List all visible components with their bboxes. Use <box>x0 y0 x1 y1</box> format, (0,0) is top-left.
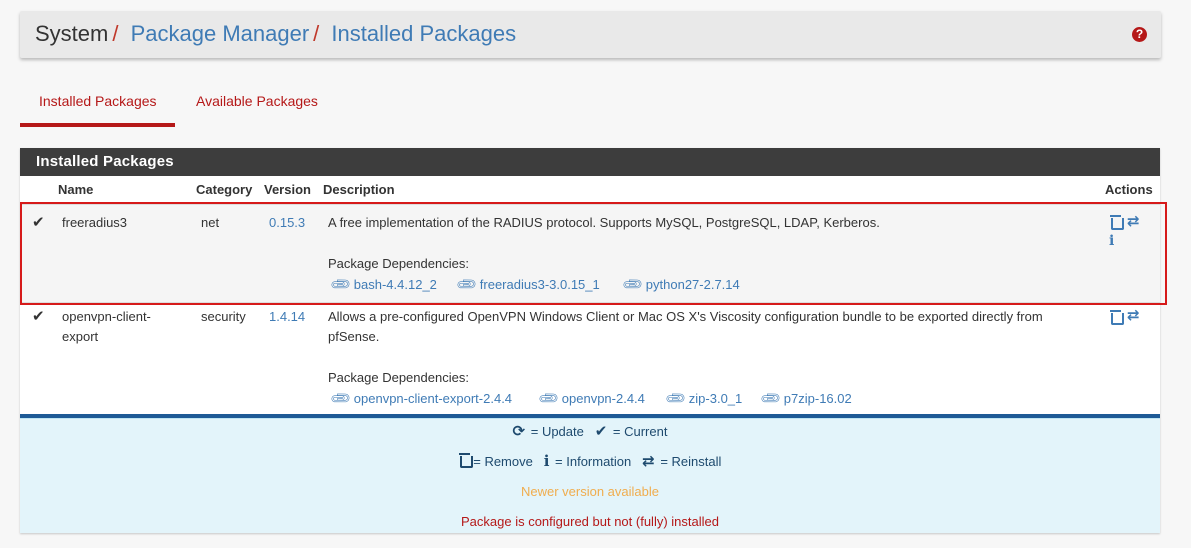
breadcrumb-bar: System / Package Manager / Installed Packa… <box>20 11 1161 58</box>
dependency-link[interactable]: 📎︎openvpn-client-export-2.4.4 <box>329 386 512 410</box>
panel-title: Installed Packages <box>20 148 1160 176</box>
trash-icon[interactable] <box>1110 215 1124 233</box>
column-header-description: Description <box>323 182 395 197</box>
column-header-category: Category <box>196 182 253 197</box>
legend-reinstall-label: = Reinstall <box>660 454 722 469</box>
check-icon: ✔ <box>594 423 608 440</box>
legend-newer-version: Newer version available <box>520 484 659 499</box>
package-description: Allows a pre-configured OpenVPN Windows … <box>328 309 1043 344</box>
reinstall-icon: ⇄ <box>642 453 655 470</box>
breadcrumb-separator: / <box>313 21 320 46</box>
paperclip-icon: 📎︎ <box>536 386 561 411</box>
package-name: freeradius3 <box>62 215 128 230</box>
check-icon: ✔ <box>32 308 45 325</box>
breadcrumb-separator: / <box>112 21 119 46</box>
question-circle-icon[interactable]: ? <box>1132 27 1147 42</box>
column-header-name: Name <box>58 182 94 197</box>
paperclip-icon: 📎︎ <box>663 386 688 411</box>
dependency-link[interactable]: 📎︎openvpn-2.4.4 <box>537 386 645 410</box>
paperclip-icon: 📎︎ <box>328 386 353 411</box>
package-version-link[interactable]: 1.4.14 <box>269 307 305 327</box>
dependency-link[interactable]: 📎︎freeradius3-3.0.15_1 <box>455 272 600 296</box>
package-name: openvpn-client- export <box>62 309 151 344</box>
paperclip-icon: 📎︎ <box>758 386 783 411</box>
dependency-link[interactable]: 📎︎bash-4.4.12_2 <box>329 272 437 296</box>
package-category: net <box>201 215 220 230</box>
check-icon: ✔ <box>32 214 45 231</box>
dependency-link[interactable]: 📎︎zip-3.0_1 <box>664 386 743 410</box>
package-description: A free implementation of the RADIUS prot… <box>328 215 880 230</box>
legend-update-label: = Update <box>530 424 584 439</box>
trash-icon[interactable] <box>1110 310 1124 328</box>
package-dependencies-label: Package Dependencies: <box>328 370 469 385</box>
installed-packages-panel: Installed Packages Name Category Version… <box>20 148 1160 533</box>
legend-line-actions: = Remove i = Information ⇄ = Reinstall <box>20 452 1160 470</box>
legend-current-label: = Current <box>612 424 668 439</box>
refresh-icon: ⟳ <box>512 423 526 440</box>
reinstall-icon[interactable]: ⇄ <box>1127 306 1140 324</box>
breadcrumb-installed-packages[interactable]: Installed Packages <box>331 21 516 46</box>
package-category: security <box>201 309 246 324</box>
breadcrumb-system: System <box>35 21 109 46</box>
dependency-link[interactable]: 📎︎p7zip-16.02 <box>759 386 852 410</box>
column-header-actions: Actions <box>1105 182 1153 197</box>
legend-line-status: ⟳ = Update ✔ = Current <box>20 422 1160 440</box>
package-version-link[interactable]: 0.15.3 <box>269 213 305 233</box>
breadcrumb-package-manager[interactable]: Package Manager <box>131 21 310 46</box>
breadcrumb: System / Package Manager / Installed Packa… <box>35 21 516 47</box>
column-header-version: Version <box>264 182 311 197</box>
legend-remove-label: = Remove <box>473 454 533 469</box>
reinstall-icon[interactable]: ⇄ <box>1127 212 1140 230</box>
tab-installed-packages[interactable]: Installed Packages <box>20 78 175 127</box>
legend: ⟳ = Update ✔ = Current = Remove i = Info… <box>20 418 1160 533</box>
tab-available-packages[interactable]: Available Packages <box>177 78 337 127</box>
trash-icon <box>458 453 473 469</box>
legend-information-label: = Information <box>555 454 632 469</box>
dependency-link[interactable]: 📎︎python27-2.7.14 <box>621 272 740 296</box>
legend-partial-install: Package is configured but not (fully) in… <box>461 514 719 529</box>
package-dependencies-label: Package Dependencies: <box>328 256 469 271</box>
info-icon: i <box>543 452 550 470</box>
info-icon[interactable]: i <box>1109 233 1114 249</box>
